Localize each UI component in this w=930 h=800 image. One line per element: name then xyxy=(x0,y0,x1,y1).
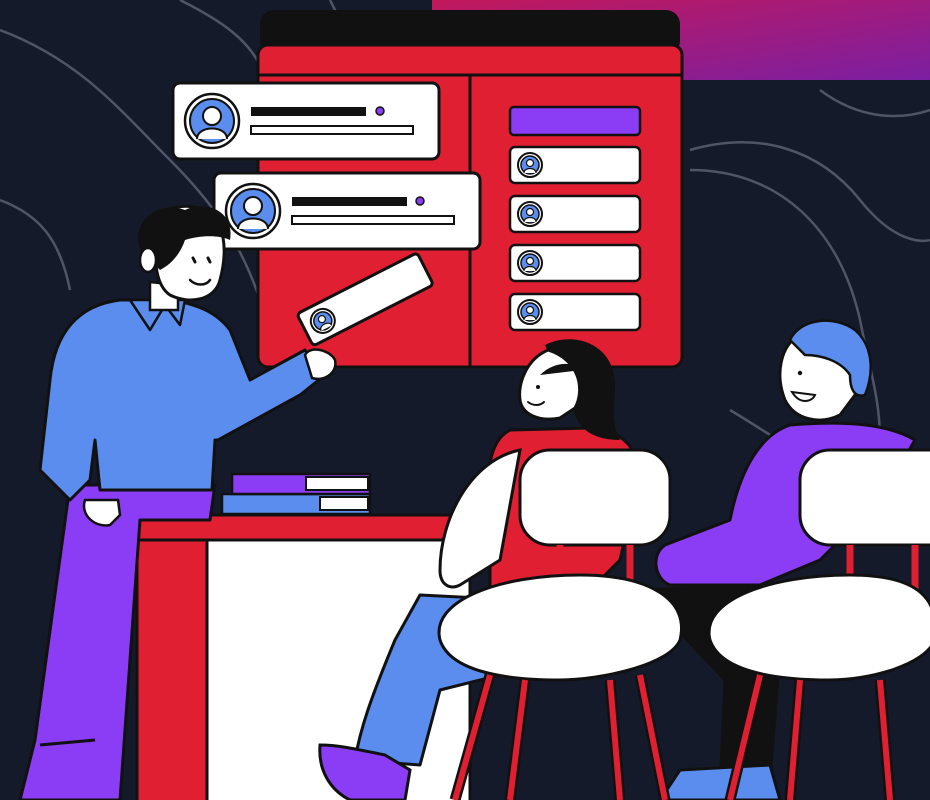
user-avatar-icon xyxy=(517,250,543,276)
user-avatar-icon xyxy=(517,201,543,227)
profile-card xyxy=(171,81,441,161)
list-item xyxy=(508,194,642,234)
board-panel-header xyxy=(508,105,642,137)
list-item xyxy=(508,292,642,332)
user-avatar-icon xyxy=(517,152,543,178)
user-avatar-icon xyxy=(517,299,543,325)
detail-bar xyxy=(250,125,414,135)
chair-back xyxy=(798,448,930,547)
profile-card xyxy=(212,171,482,251)
status-dot xyxy=(415,196,425,206)
user-avatar-icon xyxy=(224,182,282,240)
detail-bar xyxy=(291,215,455,225)
desk-leg xyxy=(135,538,209,800)
illustration-scene xyxy=(0,0,930,800)
chair-back xyxy=(518,448,672,547)
name-bar xyxy=(292,197,407,206)
user-avatar-icon xyxy=(183,92,241,150)
list-item xyxy=(508,243,642,283)
name-bar xyxy=(251,107,366,116)
status-dot xyxy=(375,106,385,116)
list-item xyxy=(508,145,642,185)
